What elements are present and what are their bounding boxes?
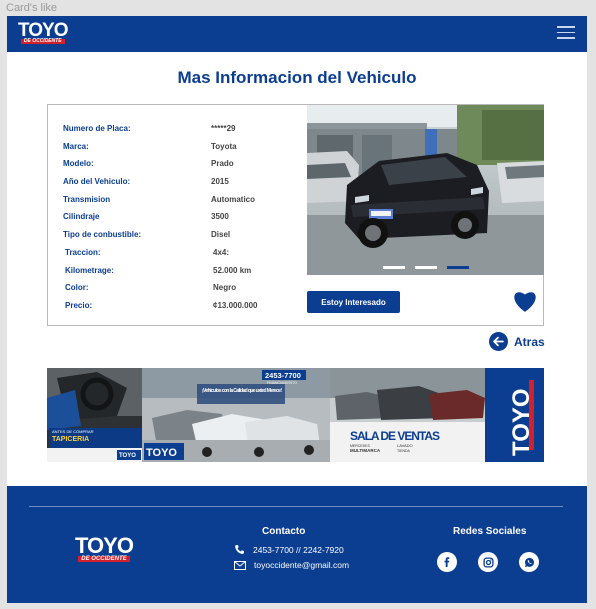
contact-title: Contacto bbox=[262, 526, 306, 537]
spec-label: Tipo de conbustible: bbox=[63, 230, 142, 240]
instagram-icon[interactable] bbox=[478, 552, 498, 572]
carousel-dot-3[interactable] bbox=[446, 266, 469, 269]
promo-banner[interactable]: ANTES DE COMPRAR TAPICERIA TOYO 2453-770… bbox=[47, 368, 544, 462]
banner-panel-tapiceria-title: TAPICERIA bbox=[52, 436, 89, 443]
heart-icon[interactable] bbox=[512, 289, 538, 313]
brand-logo-tagline: DE OCCIDENTE bbox=[20, 39, 65, 44]
spec-label: Modelo: bbox=[63, 159, 94, 169]
spec-label: Transmision bbox=[63, 194, 111, 204]
banner-sub-multimarca: MULTIMARCA bbox=[350, 448, 381, 453]
banner-logo-medium: TOYO bbox=[146, 447, 177, 459]
carousel-indicators bbox=[307, 266, 544, 269]
carousel-dot-2[interactable] bbox=[414, 266, 437, 269]
social-title: Redes Sociales bbox=[453, 526, 527, 537]
spec-label: Kilometrage: bbox=[65, 265, 114, 275]
footer-brand-logo[interactable]: TOYO DE OCCIDENTE bbox=[75, 533, 134, 562]
back-link[interactable]: Atras bbox=[489, 332, 545, 351]
spec-value: 2015 bbox=[211, 177, 229, 187]
hamburger-menu-icon[interactable] bbox=[557, 26, 575, 40]
carousel-dot-1[interactable] bbox=[382, 266, 405, 269]
envelope-icon bbox=[234, 560, 246, 570]
brand-logo[interactable]: TOYO DE OCCIDENTE bbox=[18, 21, 68, 44]
page-frame: TOYO DE OCCIDENTE Mas Informacion del Ve… bbox=[7, 16, 587, 603]
spec-label: Color: bbox=[65, 283, 89, 293]
banner-sub-tienda: TIENDA bbox=[397, 449, 411, 453]
spec-value: Automatico bbox=[211, 194, 255, 204]
banner-phone: 2453-7700 bbox=[265, 371, 301, 380]
spec-value: *****29 bbox=[211, 124, 236, 133]
spec-label: Año del Vehiculo: bbox=[63, 177, 131, 187]
banner-panel-tapiceria-headline: ANTES DE COMPRAR bbox=[52, 429, 94, 434]
banner-tagline: ¡Vehiculos con la Calidad que usted Mere… bbox=[202, 388, 282, 394]
footer: TOYO DE OCCIDENTE Contacto 2453-7700 // … bbox=[7, 486, 587, 603]
interested-button[interactable]: Estoy Interesado bbox=[307, 291, 400, 313]
social-links bbox=[437, 552, 539, 572]
spec-label: Precio: bbox=[65, 300, 93, 310]
banner-sub-lavado: LAVADO bbox=[397, 443, 413, 448]
frame-label: Card's like bbox=[6, 2, 58, 14]
contact-phone-text: 2453-7700 // 2242-7920 bbox=[253, 544, 344, 555]
contact-email[interactable]: toyoccidente@gmail.com bbox=[234, 560, 349, 570]
contact-phone[interactable]: 2453-7700 // 2242-7920 bbox=[234, 544, 344, 555]
vehicle-photo bbox=[307, 105, 544, 275]
banner-panel-tapiceria: ANTES DE COMPRAR TAPICERIA TOYO bbox=[47, 368, 142, 462]
spec-value: 3500 bbox=[211, 212, 229, 222]
banner-sala-ventas-title: SALA DE VENTAS bbox=[350, 429, 440, 443]
phone-icon bbox=[235, 545, 244, 554]
banner-panel-calidad: 2453-7700 FINANCIAMIENTO ¡Vehiculos con … bbox=[142, 368, 330, 462]
arrow-left-icon bbox=[489, 332, 508, 351]
contact-email-text: toyoccidente@gmail.com bbox=[254, 560, 350, 570]
navbar: TOYO DE OCCIDENTE bbox=[7, 16, 587, 52]
footer-logo-tagline: DE OCCIDENTE bbox=[78, 556, 130, 562]
back-label: Atras bbox=[514, 334, 545, 349]
spec-value: Disel bbox=[211, 230, 231, 240]
spec-label: Marca: bbox=[63, 141, 89, 151]
spec-label: Numero de Placa: bbox=[63, 124, 131, 133]
spec-value: Toyota bbox=[211, 141, 237, 151]
banner-logo-small: TOYO bbox=[119, 453, 136, 459]
spec-label: Cilindraje bbox=[63, 212, 100, 222]
vehicle-photo-carousel[interactable] bbox=[307, 105, 544, 275]
banner-panel-sala-ventas: SALA DE VENTAS MERCEDES MULTIMARCA LAVAD… bbox=[330, 368, 544, 462]
footer-divider bbox=[29, 506, 563, 507]
vehicle-card: Numero de Placa: *****29 Marca: Toyota Mod… bbox=[47, 104, 544, 326]
page-title: Mas Informacion del Vehiculo bbox=[177, 68, 417, 87]
whatsapp-icon[interactable] bbox=[519, 552, 539, 572]
facebook-icon[interactable] bbox=[437, 552, 457, 572]
spec-value: Prado bbox=[211, 159, 234, 169]
footer-logo-wordmark: TOYO bbox=[75, 533, 134, 558]
spec-label: Traccion: bbox=[65, 247, 101, 257]
